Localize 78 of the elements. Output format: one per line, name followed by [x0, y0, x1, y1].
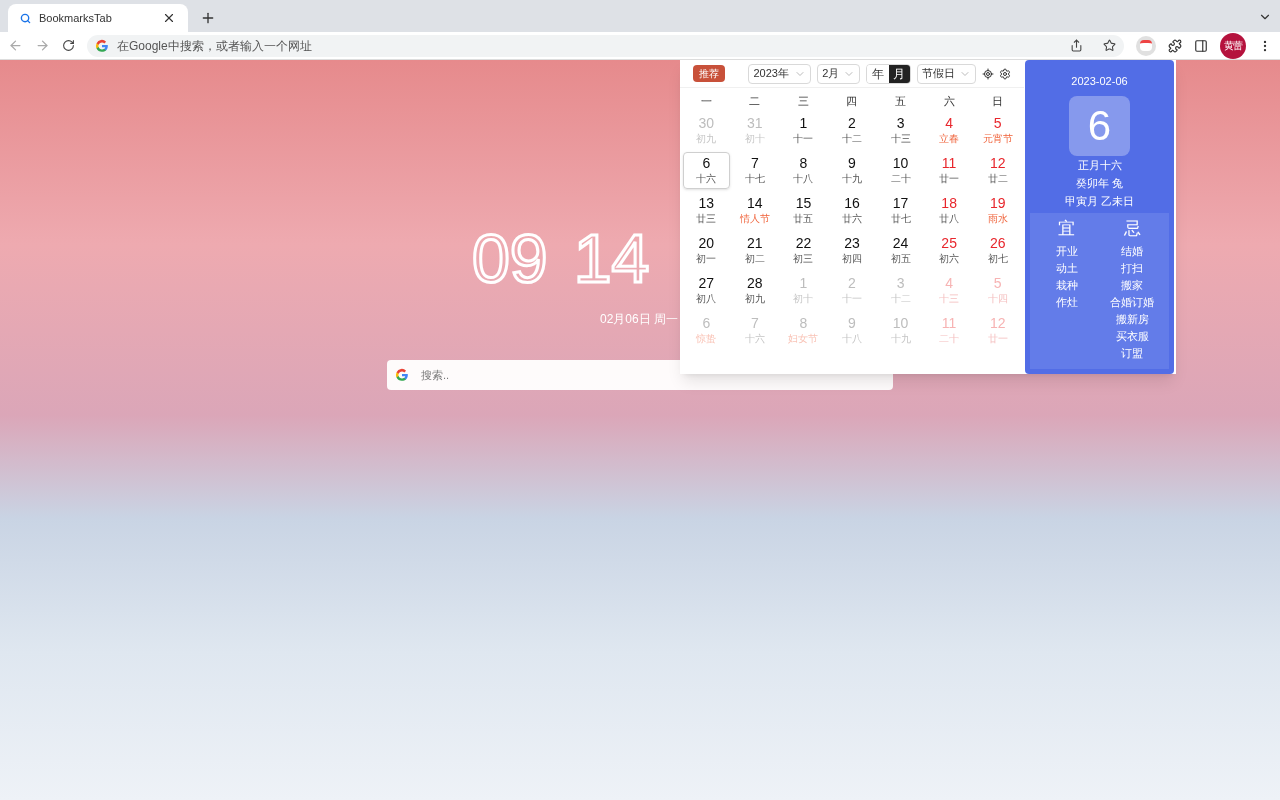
clock-minutes: 14: [573, 220, 650, 296]
google-icon: [395, 368, 409, 382]
day-cell[interactable]: 26 初七: [974, 232, 1021, 269]
view-toggle-tab[interactable]: 月: [888, 64, 911, 83]
weekday-label: 二: [748, 94, 762, 109]
lunar-info: 甲寅月 乙未日: [1064, 193, 1135, 209]
almanac-heading: 宜: [1058, 217, 1076, 240]
month-select[interactable]: 2月: [817, 63, 861, 84]
calendar-extension-icon[interactable]: [1136, 35, 1156, 56]
almanac-item: 搬新房: [1115, 311, 1149, 327]
almanac-item: 作灶: [1055, 294, 1078, 310]
date-text: 02月06日 周一: [600, 311, 679, 328]
day-cell[interactable]: 6 十六: [683, 152, 730, 189]
day-cell[interactable]: 11 廿一: [925, 152, 973, 189]
star-icon[interactable]: [1103, 39, 1116, 52]
weekday-label: 一: [699, 94, 713, 109]
google-icon: [95, 38, 109, 53]
day-cell[interactable]: 23 初四: [828, 232, 876, 269]
day-cell[interactable]: 15 廿五: [780, 192, 827, 229]
day-cell[interactable]: 9 十九: [828, 152, 876, 189]
almanac-item: 结婚: [1121, 243, 1144, 259]
puzzle-icon[interactable]: [1168, 38, 1182, 53]
day-cell[interactable]: 5 元宵节: [974, 112, 1021, 149]
weekday-label: 五: [894, 94, 908, 109]
browser-tab[interactable]: BookmarksTab: [8, 4, 188, 32]
weekday-label: 四: [845, 94, 859, 109]
weekday-label: 三: [796, 94, 810, 109]
almanac-item: 开业: [1055, 243, 1078, 259]
day-cell[interactable]: 2 十二: [828, 112, 876, 149]
search-icon: [20, 12, 31, 24]
almanac-item: 买衣服: [1115, 328, 1149, 344]
almanac-item: 订盟: [1121, 345, 1144, 361]
almanac-item: 动土: [1055, 260, 1078, 276]
day-cell[interactable]: 21 初二: [731, 232, 779, 269]
lunar-info: 正月十六: [1077, 157, 1122, 173]
detail-date: 2023-02-06: [1071, 74, 1128, 89]
day-cell[interactable]: 3 十三: [877, 112, 924, 149]
holiday-select[interactable]: 节假日: [917, 63, 976, 84]
day-cell[interactable]: 17 廿七: [877, 192, 924, 229]
recommend-badge[interactable]: 推荐: [693, 65, 725, 82]
almanac-item: 搬家: [1121, 277, 1144, 293]
settings-icon[interactable]: [999, 67, 1011, 80]
locate-icon[interactable]: [982, 67, 994, 80]
day-cell[interactable]: 16 廿六: [828, 192, 876, 229]
day-cell[interactable]: 13 廿三: [683, 192, 730, 229]
day-cell[interactable]: 4 立春: [925, 112, 973, 149]
new-tab-icon[interactable]: [200, 10, 216, 26]
day-cell[interactable]: 28 初九: [731, 272, 779, 309]
day-cell[interactable]: 7 十七: [731, 152, 779, 189]
almanac-item: 打扫: [1121, 260, 1144, 276]
day-cell[interactable]: 14 情人节: [731, 192, 779, 229]
day-cell[interactable]: 25 初六: [925, 232, 973, 269]
year-select[interactable]: 2023年: [748, 63, 812, 84]
day-cell[interactable]: 1 十一: [780, 112, 827, 149]
day-cell[interactable]: 8 十八: [780, 152, 827, 189]
day-cell[interactable]: 24 初五: [877, 232, 924, 269]
reload-icon[interactable]: [62, 39, 75, 52]
profile-avatar[interactable]: 黄蕾: [1220, 32, 1246, 59]
share-icon[interactable]: [1070, 39, 1083, 52]
clock-hours: 09: [472, 220, 548, 296]
side-panel-icon[interactable]: [1194, 38, 1208, 53]
address-field[interactable]: 在Google中搜索，或者输入一个网址: [87, 34, 1124, 57]
almanac-heading: 忌: [1123, 217, 1141, 240]
day-cell[interactable]: 27 初八: [683, 272, 730, 309]
weekday-label: 六: [942, 94, 956, 109]
close-icon[interactable]: [162, 11, 176, 25]
almanac-item: 栽种: [1055, 277, 1078, 293]
weekday-label: 日: [991, 94, 1005, 109]
day-cell[interactable]: 10 二十: [877, 152, 924, 189]
lunar-info: 癸卯年 兔: [1075, 175, 1124, 191]
detail-day-number: 6: [1069, 95, 1130, 156]
day-cell[interactable]: 18 廿八: [925, 192, 973, 229]
tab-title: BookmarksTab: [39, 10, 113, 26]
day-cell[interactable]: 22 初三: [780, 232, 827, 269]
day-cell[interactable]: 20 初一: [683, 232, 730, 269]
day-cell[interactable]: 19 雨水: [974, 192, 1021, 229]
day-cell[interactable]: 12 廿二: [974, 152, 1021, 189]
almanac-item: 合婚订婚: [1110, 294, 1155, 310]
